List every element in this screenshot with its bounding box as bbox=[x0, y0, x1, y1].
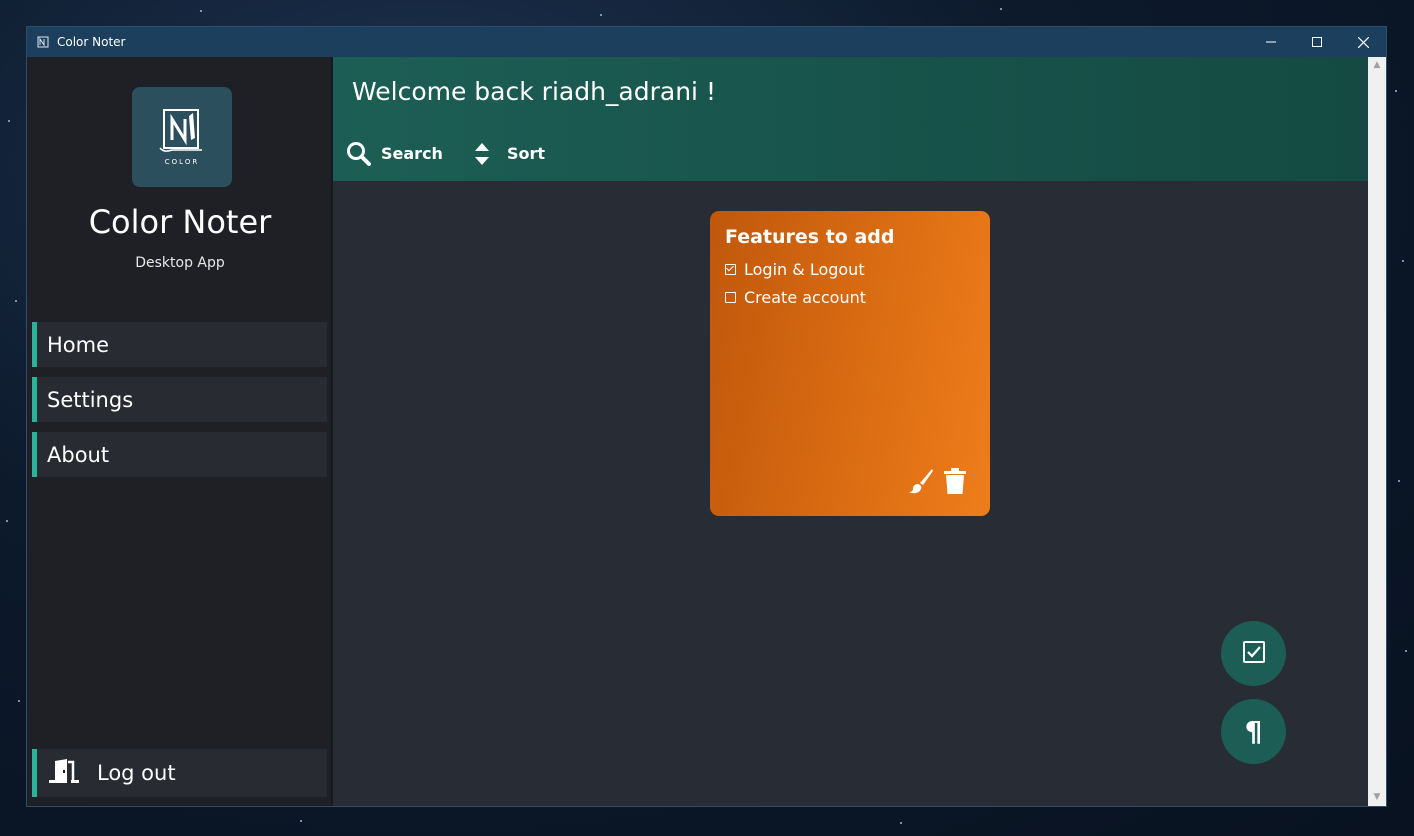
sort-icon bbox=[474, 142, 489, 165]
minimize-button[interactable] bbox=[1248, 27, 1294, 57]
todo-text: Create account bbox=[744, 288, 866, 307]
add-text-note-button[interactable]: ¶ bbox=[1221, 699, 1286, 764]
window-title: Color Noter bbox=[57, 35, 126, 49]
search-button[interactable]: Search bbox=[346, 141, 443, 166]
app-logo: COLOR bbox=[132, 87, 232, 187]
app-name: Color Noter bbox=[88, 203, 272, 241]
welcome-message: Welcome back riadh_adrani ! bbox=[352, 77, 716, 106]
note-title: Features to add bbox=[725, 226, 895, 248]
logout-label: Log out bbox=[97, 761, 176, 785]
nav-item-label: About bbox=[47, 442, 110, 467]
search-icon bbox=[346, 141, 371, 166]
checkbox-unchecked-icon[interactable] bbox=[725, 292, 736, 303]
scrollbar[interactable]: ▲ ▼ bbox=[1368, 57, 1386, 806]
close-button[interactable] bbox=[1340, 27, 1386, 57]
paragraph-icon: ¶ bbox=[1244, 715, 1263, 748]
nav-item-label: Settings bbox=[47, 387, 134, 412]
maximize-button[interactable] bbox=[1294, 27, 1340, 57]
trash-icon[interactable] bbox=[944, 468, 966, 494]
checkbox-icon bbox=[1242, 640, 1266, 668]
app-icon bbox=[37, 36, 49, 48]
search-label: Search bbox=[381, 144, 443, 163]
todo-text: Login & Logout bbox=[744, 260, 865, 279]
scroll-up-arrow-icon[interactable]: ▲ bbox=[1368, 57, 1386, 74]
add-checklist-button[interactable] bbox=[1221, 621, 1286, 686]
title-bar[interactable]: Color Noter bbox=[27, 27, 1386, 57]
nav-item-about[interactable]: About bbox=[32, 432, 327, 477]
paint-brush-icon[interactable] bbox=[908, 468, 934, 494]
logout-button[interactable]: Log out bbox=[32, 749, 327, 797]
app-subtitle: Desktop App bbox=[135, 255, 225, 271]
checkbox-checked-icon[interactable] bbox=[725, 264, 736, 275]
sort-label: Sort bbox=[506, 144, 545, 163]
todo-item[interactable]: Login & Logout bbox=[725, 260, 975, 279]
nav-item-label: Home bbox=[47, 332, 110, 357]
note-card[interactable]: Features to add Login & Logout Create ac… bbox=[710, 211, 990, 516]
door-exit-icon bbox=[49, 758, 79, 788]
app-window: Color Noter COLOR Color Noter Desktop Ap… bbox=[26, 26, 1387, 807]
sort-button[interactable]: Sort bbox=[474, 142, 545, 165]
logo-text: COLOR bbox=[165, 158, 199, 166]
scroll-down-arrow-icon[interactable]: ▼ bbox=[1368, 789, 1386, 806]
nav-item-settings[interactable]: Settings bbox=[32, 377, 327, 422]
todo-item[interactable]: Create account bbox=[725, 288, 975, 307]
header: Welcome back riadh_adrani ! Search Sort bbox=[333, 57, 1368, 181]
nav-item-home[interactable]: Home bbox=[32, 322, 327, 367]
sidebar: COLOR Color Noter Desktop App Home Setti… bbox=[27, 57, 333, 806]
toolbar: Search Sort bbox=[346, 141, 577, 166]
main-area: Welcome back riadh_adrani ! Search Sort … bbox=[333, 57, 1386, 806]
